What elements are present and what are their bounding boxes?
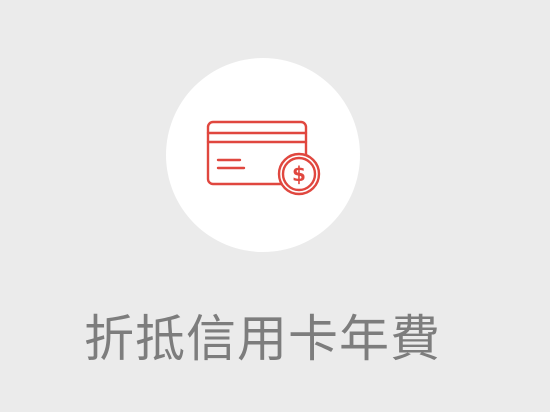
svg-text:$: $	[292, 162, 306, 186]
benefit-label: 折抵信用卡年費	[84, 310, 441, 368]
icon-circle: $	[166, 58, 360, 252]
credit-card-dollar-icon: $	[206, 120, 321, 196]
benefit-tile[interactable]: $ 折抵信用卡年費	[0, 0, 550, 412]
